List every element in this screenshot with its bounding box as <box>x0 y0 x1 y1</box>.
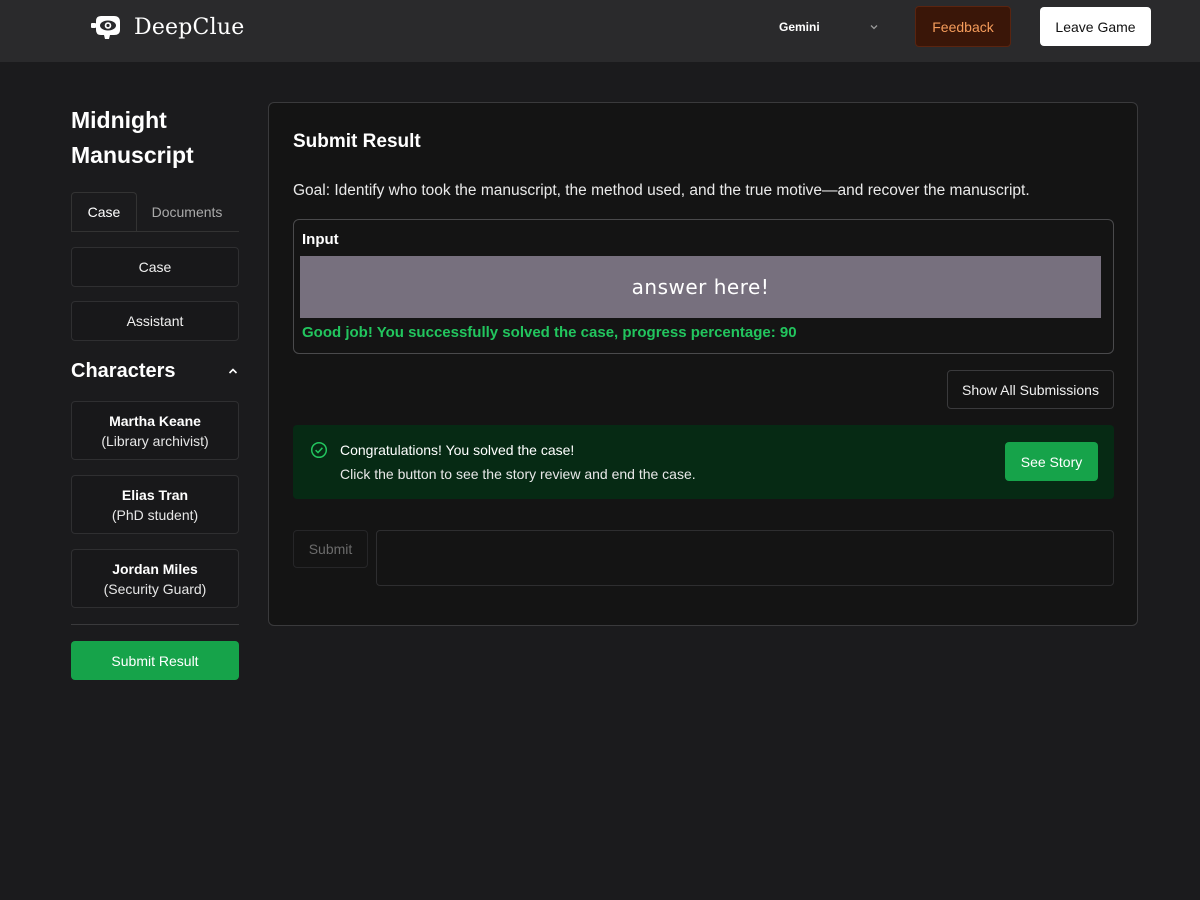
top-bar: DeepClue Gemini Feedback Leave Game <box>0 0 1200 62</box>
leave-game-button[interactable]: Leave Game <box>1040 7 1151 46</box>
characters-heading: Characters <box>71 359 176 382</box>
character-name: Martha Keane <box>109 412 201 429</box>
character-card-martha-keane[interactable]: Martha Keane (Library archivist) <box>71 401 239 460</box>
case-button[interactable]: Case <box>71 247 239 287</box>
input-section: Input Good job! You successfully solved … <box>293 219 1114 354</box>
submit-result-panel: Submit Result Goal: Identify who took th… <box>268 102 1138 626</box>
submission-textarea[interactable] <box>376 530 1114 586</box>
tab-documents[interactable]: Documents <box>137 192 237 231</box>
model-select[interactable]: Gemini <box>779 16 879 38</box>
show-all-submissions-button[interactable]: Show All Submissions <box>947 370 1114 409</box>
character-name: Jordan Miles <box>112 560 198 577</box>
eye-logo-icon <box>91 16 120 39</box>
success-message: Good job! You successfully solved the ca… <box>302 324 797 341</box>
chevron-up-icon[interactable] <box>227 365 239 377</box>
congrats-banner: Congratulations! You solved the case! Cl… <box>293 425 1114 499</box>
character-role: (Library archivist) <box>101 432 209 449</box>
model-select-value: Gemini <box>779 20 820 34</box>
character-role: (PhD student) <box>111 506 199 523</box>
sidebar-tabs: Case Documents <box>71 192 239 232</box>
answer-input[interactable] <box>300 256 1101 318</box>
character-card-elias-tran[interactable]: Elias Tran (PhD student) <box>71 475 239 534</box>
sidebar-divider <box>71 624 239 625</box>
tab-case[interactable]: Case <box>71 192 137 231</box>
character-role: (Security Guard) <box>103 580 207 597</box>
check-circle-icon <box>310 441 328 459</box>
character-card-jordan-miles[interactable]: Jordan Miles (Security Guard) <box>71 549 239 608</box>
case-title: Midnight Manuscript <box>71 107 194 168</box>
character-name: Elias Tran <box>121 486 189 503</box>
logo-text: DeepClue <box>134 14 245 40</box>
see-story-button[interactable]: See Story <box>1005 442 1098 481</box>
goal-text: Goal: Identify who took the manuscript, … <box>293 182 1030 199</box>
assistant-button[interactable]: Assistant <box>71 301 239 341</box>
congrats-title: Congratulations! You solved the case! <box>340 442 575 458</box>
chevron-down-icon <box>870 25 878 30</box>
submit-result-button[interactable]: Submit Result <box>71 641 239 680</box>
feedback-button[interactable]: Feedback <box>915 6 1011 47</box>
app-logo[interactable]: DeepClue <box>90 10 244 44</box>
submit-button[interactable]: Submit <box>293 530 368 568</box>
characters-header[interactable]: Characters <box>71 358 239 384</box>
input-label: Input <box>302 231 339 248</box>
congrats-subtitle: Click the button to see the story review… <box>340 466 696 482</box>
panel-title: Submit Result <box>293 131 421 152</box>
